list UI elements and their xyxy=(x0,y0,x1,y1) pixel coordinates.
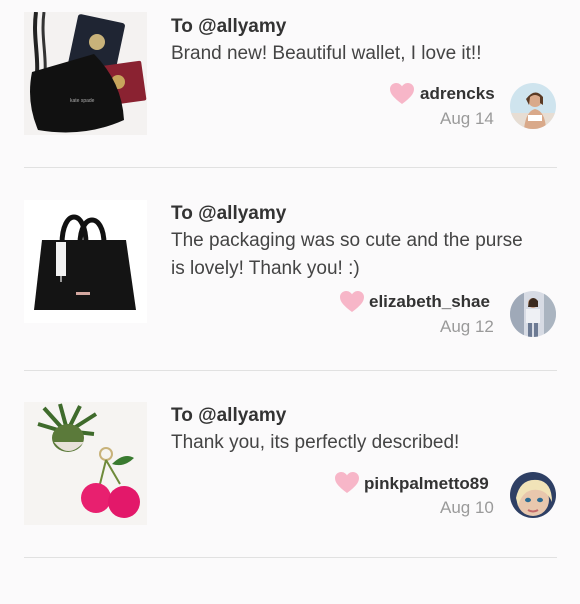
reviewer-username[interactable]: elizabeth_shae xyxy=(369,292,490,312)
recipient-label: To @allyamy xyxy=(171,405,287,426)
handbag-photo-icon xyxy=(24,200,147,323)
keychain-photo-icon xyxy=(24,402,147,525)
heart-icon xyxy=(340,291,364,312)
review-item: kate spade To @allyamy Brand new! Beauti… xyxy=(0,0,580,202)
heart-icon xyxy=(335,472,359,493)
recipient-label: To @allyamy xyxy=(171,16,287,37)
recipient-label: To @allyamy xyxy=(171,203,287,224)
divider xyxy=(24,557,557,558)
review-message: The packaging was so cute and the purse … xyxy=(171,230,523,279)
reviewer-username[interactable]: pinkpalmetto89 xyxy=(364,474,489,494)
heart-icon xyxy=(390,83,414,104)
divider xyxy=(24,167,557,168)
avatar-photo-icon xyxy=(510,291,556,337)
handbag-thumbnail[interactable] xyxy=(24,200,147,323)
review-date: Aug 10 xyxy=(440,498,494,517)
reviewer-avatar[interactable] xyxy=(510,472,556,518)
reviewer-avatar[interactable] xyxy=(510,291,556,337)
review-item: To @allyamy The packaging was so cute an… xyxy=(0,200,580,402)
review-date: Aug 12 xyxy=(440,317,494,336)
review-message: Brand new! Beautiful wallet, I love it!! xyxy=(171,43,482,64)
review-message: Thank you, its perfectly described! xyxy=(171,432,460,453)
reviewer-username[interactable]: adrencks xyxy=(420,84,495,104)
avatar-photo-icon xyxy=(510,83,556,129)
review-item: To @allyamy Thank you, its perfectly des… xyxy=(0,402,580,604)
review-date: Aug 14 xyxy=(440,109,494,128)
wallet-photo-icon: kate spade xyxy=(24,12,147,135)
svg-text:kate spade: kate spade xyxy=(70,98,95,104)
wallet-thumbnail[interactable]: kate spade xyxy=(24,12,147,135)
divider xyxy=(24,370,557,371)
keychain-thumbnail[interactable] xyxy=(24,402,147,525)
avatar-photo-icon xyxy=(510,472,556,518)
reviewer-avatar[interactable] xyxy=(510,83,556,129)
